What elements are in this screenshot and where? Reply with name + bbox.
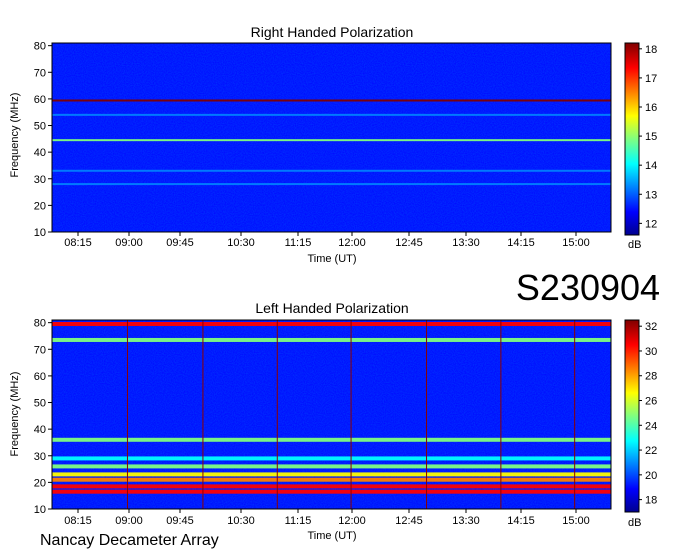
x-tick-label: 12:00 — [338, 237, 366, 249]
colorbar-tick-label: 22 — [645, 445, 657, 457]
right-colorbar-label: dB — [628, 239, 641, 251]
colorbar-tick-label: 28 — [645, 371, 657, 383]
x-tick-label: 12:00 — [338, 515, 366, 527]
x-tick-label: 13:30 — [452, 237, 480, 249]
emission-band — [52, 99, 611, 102]
y-tick-label: 30 — [34, 174, 46, 186]
y-tick-label: 50 — [34, 121, 46, 133]
colorbar — [624, 319, 640, 513]
y-tick-label: 30 — [34, 451, 46, 463]
colorbar-tick-label: 26 — [645, 396, 657, 408]
emission-band — [52, 464, 611, 469]
left-polarization-title: Left Handed Polarization — [255, 300, 408, 316]
emission-band — [52, 489, 611, 494]
x-tick-label: 10:30 — [227, 515, 255, 527]
observation-id: S230904 — [516, 267, 660, 308]
left-polarization-ylabel: Frequency (MHz) — [9, 372, 21, 457]
y-tick-label: 10 — [34, 504, 46, 516]
colorbar-tick-label: 16 — [645, 102, 657, 114]
colorbar-tick-label: 24 — [645, 420, 657, 432]
y-tick-label: 10 — [34, 227, 46, 239]
x-tick-label: 08:15 — [64, 515, 92, 527]
instrument-credit: Nancay Decameter Array — [40, 532, 219, 549]
x-tick-label: 11:15 — [285, 515, 312, 527]
emission-band — [52, 169, 611, 172]
y-tick-label: 80 — [34, 41, 46, 53]
x-tick-label: 15:00 — [562, 515, 590, 527]
emission-band — [52, 456, 611, 461]
colorbar-tick-label: 18 — [645, 495, 657, 507]
y-tick-label: 40 — [34, 147, 46, 159]
emission-band — [52, 183, 611, 186]
emission-band — [52, 472, 611, 477]
emission-band — [52, 321, 611, 326]
emission-band — [52, 337, 611, 342]
left-polarization-xlabel: Time (UT) — [307, 530, 356, 542]
y-tick-label: 20 — [34, 200, 46, 212]
colorbar-tick-label: 32 — [645, 321, 657, 333]
y-tick-label: 60 — [34, 371, 46, 383]
x-tick-label: 12:45 — [395, 515, 423, 527]
colorbar-tick-label: 30 — [645, 346, 657, 358]
left-polarization-panel: Left Handed Polarization 10 20 30 40 50 60 70 8… — [9, 300, 657, 542]
x-tick-label: 09:45 — [166, 515, 194, 527]
y-tick-label: 70 — [34, 344, 46, 356]
x-tick-label: 09:00 — [115, 237, 143, 249]
y-tick-label: 20 — [34, 477, 46, 489]
spectrogram-noise — [52, 43, 611, 232]
colorbar-tick-label: 20 — [645, 470, 657, 482]
x-tick-label: 13:30 — [452, 515, 480, 527]
colorbar — [624, 42, 640, 236]
x-tick-label: 11:15 — [285, 237, 312, 249]
colorbar-tick-label: 17 — [645, 73, 657, 85]
x-tick-label: 14:15 — [507, 515, 535, 527]
x-tick-label: 09:00 — [115, 515, 143, 527]
x-tick-label: 08:15 — [64, 237, 92, 249]
left-colorbar-label: dB — [628, 517, 641, 529]
x-tick-label: 15:00 — [562, 237, 590, 249]
y-tick-label: 50 — [34, 398, 46, 410]
y-tick-label: 40 — [34, 424, 46, 436]
emission-band — [52, 484, 611, 489]
right-polarization-ylabel: Frequency (MHz) — [9, 93, 21, 178]
colorbar-tick-label: 12 — [645, 218, 657, 230]
emission-band — [52, 139, 611, 142]
y-tick-label: 70 — [34, 67, 46, 79]
x-tick-label: 14:15 — [507, 237, 535, 249]
y-tick-label: 60 — [34, 94, 46, 106]
x-tick-label: 09:45 — [166, 237, 194, 249]
colorbar-tick-label: 15 — [645, 131, 657, 143]
emission-band — [52, 437, 611, 442]
colorbar-tick-label: 18 — [645, 44, 657, 56]
right-polarization-panel: Right Handed Polarization 10 20 30 40 50 60 70… — [9, 24, 657, 265]
colorbar-tick-label: 14 — [645, 160, 657, 172]
y-tick-label: 80 — [34, 318, 46, 330]
x-tick-label: 12:45 — [395, 237, 423, 249]
x-tick-label: 10:30 — [227, 237, 255, 249]
right-polarization-xlabel: Time (UT) — [307, 253, 356, 265]
colorbar-tick-label: 13 — [645, 189, 657, 201]
spectrogram-figure: Right Handed Polarization 10 20 30 40 50 60 70… — [9, 24, 660, 549]
right-polarization-title: Right Handed Polarization — [251, 24, 414, 40]
emission-band — [52, 477, 611, 482]
emission-band — [52, 113, 611, 116]
